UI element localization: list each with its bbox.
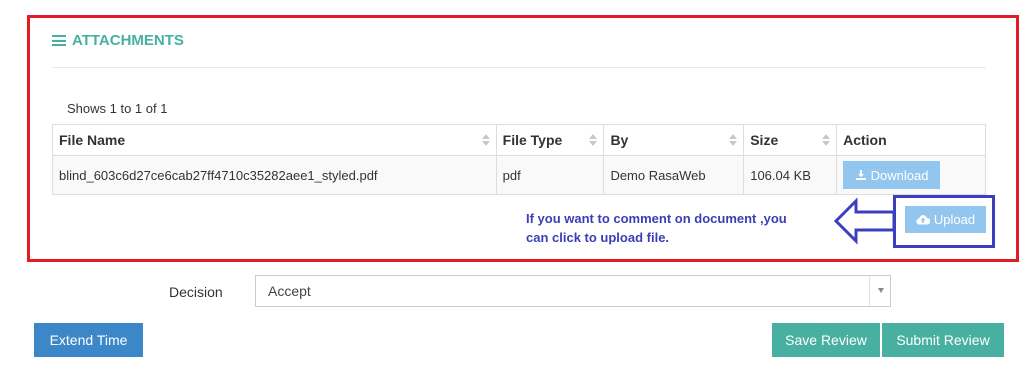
cloud-upload-icon <box>916 215 930 225</box>
table-header-row: File Name File Type By Size Action <box>52 124 986 156</box>
sort-icon <box>481 134 490 146</box>
sort-icon <box>729 134 738 146</box>
cell-action: Download <box>836 155 986 195</box>
column-header-by[interactable]: By <box>603 124 745 156</box>
pagination-info: Shows 1 to 1 of 1 <box>67 101 168 116</box>
sort-icon <box>822 134 831 146</box>
attachments-title: ATTACHMENTS <box>72 32 184 49</box>
column-header-file-name[interactable]: File Name <box>52 124 497 156</box>
cell-file-name: blind_603c6d27ce6cab27ff4710c35282aee1_s… <box>52 155 497 195</box>
attachments-heading: ATTACHMENTS <box>52 32 184 49</box>
download-icon <box>855 170 866 180</box>
cell-file-type: pdf <box>495 155 605 195</box>
table-row: blind_603c6d27ce6cab27ff4710c35282aee1_s… <box>52 155 986 195</box>
cell-size: 106.04 KB <box>743 155 838 195</box>
upload-button[interactable]: Upload <box>905 206 986 233</box>
download-button[interactable]: Download <box>843 161 941 189</box>
column-header-size[interactable]: Size <box>743 124 838 156</box>
sort-icon <box>589 134 598 146</box>
decision-selected-value: Accept <box>268 283 311 299</box>
select-divider <box>869 276 870 306</box>
decision-select[interactable]: Accept <box>255 275 891 307</box>
upload-hint-annotation: If you want to comment on document ,you … <box>526 211 787 245</box>
column-header-action: Action <box>836 124 986 156</box>
chevron-down-icon <box>878 288 884 293</box>
column-header-file-type[interactable]: File Type <box>495 124 605 156</box>
extend-time-button[interactable]: Extend Time <box>34 323 143 357</box>
attachments-table: File Name File Type By Size Action blind… <box>52 124 986 195</box>
save-review-button[interactable]: Save Review <box>772 323 880 357</box>
arrow-left-icon <box>834 197 896 245</box>
decision-label: Decision <box>169 284 223 300</box>
divider <box>52 67 986 68</box>
list-icon <box>52 35 66 46</box>
submit-review-button[interactable]: Submit Review <box>882 323 1004 357</box>
cell-by: Demo RasaWeb <box>603 155 745 195</box>
